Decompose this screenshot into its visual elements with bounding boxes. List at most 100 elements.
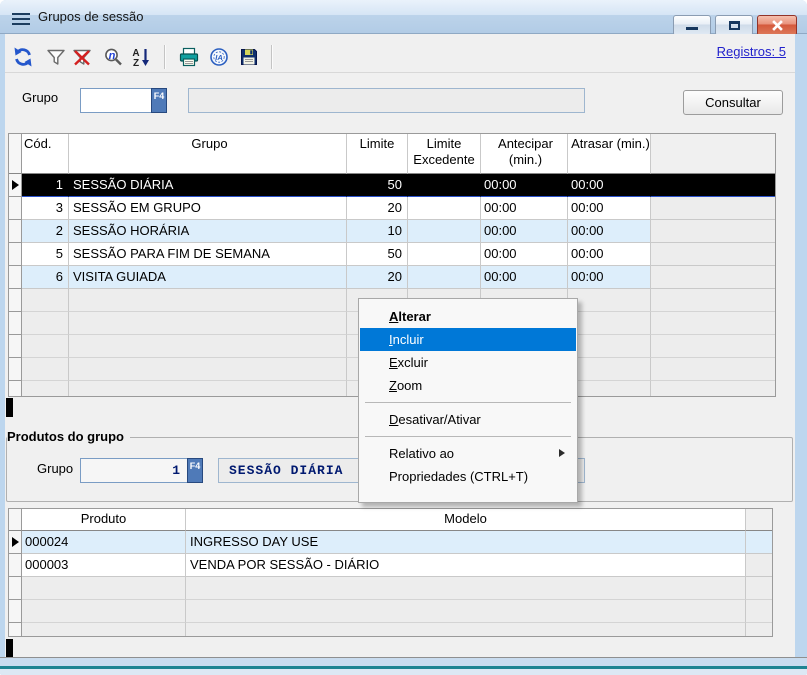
cell-antecipar: 00:00 <box>481 266 568 289</box>
menu-item-incluir[interactable]: Incluir <box>360 328 576 351</box>
window-frame-bottom <box>0 657 807 675</box>
cell-empty <box>9 577 22 600</box>
refresh-icon[interactable] <box>12 46 34 68</box>
col-header-atrasar[interactable]: Atrasar (min.) <box>568 134 651 174</box>
cell-filler <box>746 531 772 554</box>
cell-modelo: VENDA POR SESSÃO - DIÁRIO <box>186 554 746 577</box>
cell-empty <box>69 381 347 397</box>
hamburger-icon[interactable] <box>12 13 30 25</box>
col-header-antecipar[interactable]: Antecipar (min.) <box>481 134 568 174</box>
ia-icon[interactable]: IA <box>208 46 230 68</box>
cell-limite: 50 <box>347 174 408 197</box>
cell-limite: 20 <box>347 266 408 289</box>
cell-atrasar: 00:00 <box>568 220 651 243</box>
table-row-empty <box>9 623 772 637</box>
cell-modelo: INGRESSO DAY USE <box>186 531 746 554</box>
cell-empty <box>69 335 347 358</box>
cell-antecipar: 00:00 <box>481 174 568 197</box>
svg-text:n: n <box>109 50 116 62</box>
row-indicator-cell <box>9 554 22 577</box>
cell-limite-excedente <box>408 243 481 266</box>
col-header-produto[interactable]: Produto <box>22 509 186 531</box>
maximize-icon <box>729 21 740 30</box>
cell-empty <box>9 600 22 623</box>
col-header-filler <box>746 509 772 531</box>
cell-empty <box>746 623 772 637</box>
cell-empty <box>186 623 746 637</box>
cell-limite: 10 <box>347 220 408 243</box>
sort-az-icon[interactable]: A Z <box>131 46 153 68</box>
menu-item-excluir[interactable]: Excluir <box>359 351 577 374</box>
filter-icon[interactable] <box>45 46 67 68</box>
table-row-grupo-2[interactable]: 2SESSÃO HORÁRIA1000:0000:00 <box>9 220 775 243</box>
table-row-empty <box>9 600 772 623</box>
col-header-limite-excedente[interactable]: Limite Excedente <box>408 134 481 174</box>
cell-limite-excedente <box>408 174 481 197</box>
table-row-grupo-6[interactable]: 6VISITA GUIADA2000:0000:00 <box>9 266 775 289</box>
cell-empty <box>69 358 347 381</box>
cell-empty <box>651 381 775 397</box>
row-indicator-cell <box>9 531 22 554</box>
clear-filter-icon[interactable] <box>71 46 93 68</box>
row-indicator-cell <box>9 266 22 289</box>
produtos-grid: Produto Modelo 000024INGRESSO DAY USE000… <box>8 508 773 637</box>
table-row-produto-000024[interactable]: 000024INGRESSO DAY USE <box>9 531 772 554</box>
cell-limite-excedente <box>408 266 481 289</box>
produtos-grupo-input[interactable]: 1 <box>80 458 188 483</box>
col-header-cod[interactable]: Cód. <box>22 134 69 174</box>
produtos-grid-header: Produto Modelo <box>9 509 772 531</box>
grupo-input[interactable] <box>80 88 152 113</box>
current-row-arrow-icon <box>12 537 19 547</box>
minimize-button[interactable] <box>673 15 711 36</box>
close-button[interactable] <box>757 15 797 36</box>
cell-empty <box>651 312 775 335</box>
produtos-f4-button[interactable]: F4 <box>187 458 203 483</box>
cell-limite-excedente <box>408 220 481 243</box>
menu-item-desativar-ativar[interactable]: Desativar/Ativar <box>359 408 577 431</box>
col-header-limite[interactable]: Limite <box>347 134 408 174</box>
cell-grupo: SESSÃO PARA FIM DE SEMANA <box>69 243 347 266</box>
save-icon[interactable] <box>238 46 260 68</box>
menu-item-alterar[interactable]: Alterar <box>359 305 577 328</box>
cell-empty <box>9 312 22 335</box>
cell-filler <box>651 220 775 243</box>
indicator-header-cell <box>9 509 22 531</box>
maximize-button[interactable] <box>715 15 753 36</box>
grupos-grid-header: Cód. Grupo Limite Limite Excedente Antec… <box>9 134 775 174</box>
cell-empty <box>651 335 775 358</box>
menu-item-zoom[interactable]: Zoom <box>359 374 577 397</box>
produtos-grid-body: 000024INGRESSO DAY USE000003VENDA POR SE… <box>9 531 772 637</box>
table-row-grupo-1[interactable]: 1SESSÃO DIÁRIA5000:0000:00 <box>9 174 775 197</box>
cell-empty <box>746 600 772 623</box>
print-icon[interactable] <box>178 46 200 68</box>
cell-limite: 50 <box>347 243 408 266</box>
cell-cod: 1 <box>22 174 69 197</box>
cell-cod: 3 <box>22 197 69 220</box>
col-header-modelo[interactable]: Modelo <box>186 509 746 531</box>
cell-empty <box>22 600 186 623</box>
table-row-produto-000003[interactable]: 000003VENDA POR SESSÃO - DIÁRIO <box>9 554 772 577</box>
table-row-grupo-5[interactable]: 5SESSÃO PARA FIM DE SEMANA5000:0000:00 <box>9 243 775 266</box>
menu-item-propriedades-ctrl-t[interactable]: Propriedades (CTRL+T) <box>359 465 577 488</box>
registros-link[interactable]: Registros: 5 <box>717 44 786 59</box>
toolbar-separator <box>164 45 166 69</box>
cell-empty <box>568 335 651 358</box>
grupo-f4-button[interactable]: F4 <box>151 88 167 113</box>
cell-grupo: SESSÃO HORÁRIA <box>69 220 347 243</box>
row-indicator-cell <box>9 197 22 220</box>
locate-icon[interactable]: n <box>103 46 125 68</box>
consultar-button[interactable]: Consultar <box>683 90 783 115</box>
col-header-grupo[interactable]: Grupo <box>69 134 347 174</box>
cell-empty <box>22 623 186 637</box>
cell-atrasar: 00:00 <box>568 266 651 289</box>
grupo-label: Grupo <box>22 90 58 105</box>
cell-cod: 5 <box>22 243 69 266</box>
cell-empty <box>568 358 651 381</box>
cell-empty <box>9 289 22 312</box>
cell-empty <box>9 381 22 397</box>
cell-atrasar: 00:00 <box>568 197 651 220</box>
table-row-grupo-3[interactable]: 3SESSÃO EM GRUPO2000:0000:00 <box>9 197 775 220</box>
cell-produto: 000003 <box>22 554 186 577</box>
menu-item-relativo-ao[interactable]: Relativo ao <box>359 442 577 465</box>
cell-empty <box>22 577 186 600</box>
